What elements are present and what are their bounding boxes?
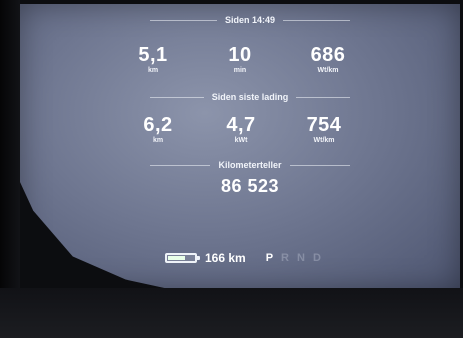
stat-consumption: 686 Wt/km <box>288 44 368 75</box>
section-title-odometer: Kilometerteller <box>218 160 282 170</box>
range-readout: 166 km <box>205 251 246 265</box>
battery-icon <box>165 253 200 263</box>
stat-value: 754 <box>306 114 342 136</box>
gear-p: P <box>265 252 274 264</box>
stat-unit: km <box>152 137 164 144</box>
divider-line <box>150 164 211 166</box>
section-header-since-charge: Siden siste lading <box>150 92 350 102</box>
stat-duration: 10 min <box>200 44 280 75</box>
stat-unit: Wt/km <box>313 137 335 144</box>
status-bar: 166 km PRND <box>165 250 321 266</box>
gear-r: R <box>281 252 289 264</box>
battery-level-fill <box>168 256 185 260</box>
stat-energy-since-charge: 4,7 kWt <box>201 114 281 145</box>
trip-info-panel: Siden 14:49 5,1 km 10 min 686 Wt/km Side… <box>0 0 463 338</box>
stat-distance: 5,1 km <box>113 44 193 75</box>
stat-value: 10 <box>228 44 252 66</box>
stat-distance-since-charge: 6,2 km <box>118 114 198 145</box>
section-header-since-time: Siden 14:49 <box>150 15 350 25</box>
section-title-since-charge: Siden siste lading <box>211 92 289 102</box>
divider-line <box>296 96 350 98</box>
odometer-value: 86 523 <box>220 176 280 196</box>
gear-d: D <box>312 252 321 264</box>
stat-unit: km <box>147 67 159 74</box>
stat-unit: Wt/km <box>317 67 339 74</box>
section-title-since-time: Siden 14:49 <box>224 15 276 25</box>
divider-line <box>289 164 350 166</box>
stat-unit: kWt <box>234 137 248 144</box>
gear-n: N <box>297 252 305 264</box>
stat-consumption-since-charge: 754 Wt/km <box>284 114 364 145</box>
stat-value: 686 <box>310 44 346 66</box>
gear-selector: PRND <box>266 252 321 264</box>
stat-unit: min <box>233 67 247 74</box>
divider-line <box>150 19 217 21</box>
divider-line <box>150 96 204 98</box>
stat-value: 4,7 <box>226 114 256 136</box>
divider-line <box>283 19 350 21</box>
battery-tip <box>197 256 200 260</box>
section-header-odometer: Kilometerteller <box>150 160 350 170</box>
stat-value: 6,2 <box>143 114 173 136</box>
stat-value: 5,1 <box>138 44 168 66</box>
